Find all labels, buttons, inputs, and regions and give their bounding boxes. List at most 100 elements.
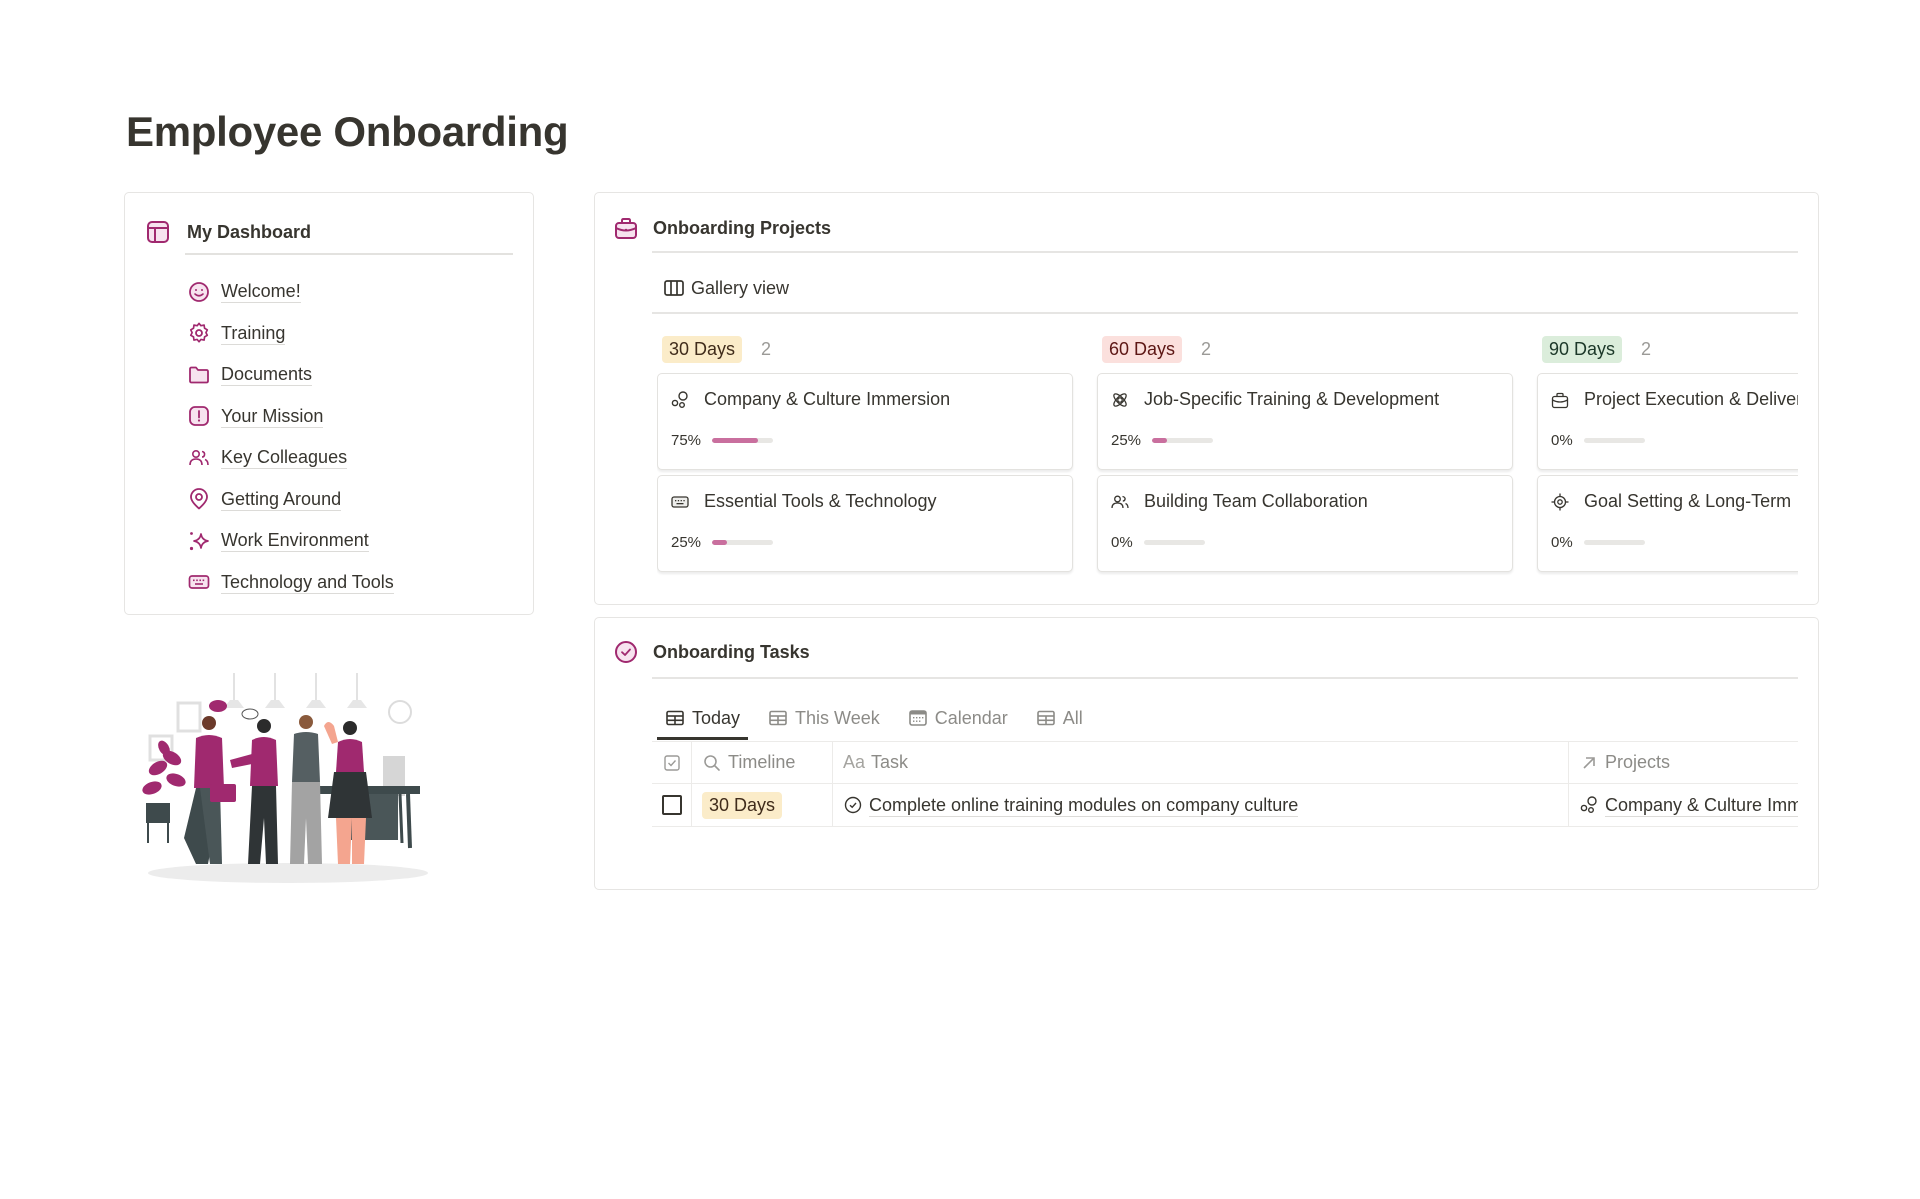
nav-item-label: Technology and Tools [221,571,394,594]
card-title: Job-Specific Training & Development [1144,389,1440,409]
tab-calendar[interactable]: Calendar [900,699,1008,737]
nav-item-label: Work Environment [221,530,369,553]
column-tag: 60 Days [1102,335,1183,363]
nav-item-work-environment[interactable]: Work Environment [187,520,394,562]
page-title: Employee Onboarding [126,108,569,155]
divider [652,677,1798,679]
columns-icon [664,280,684,296]
progress-label: 0% [1551,534,1573,551]
tab-label: This Week [795,707,880,728]
project-card[interactable]: Goal Setting & Long-Term 0% [1537,475,1798,572]
sparkle-icon [189,531,209,550]
map-pin-icon [190,488,208,510]
gear-icon [189,322,209,343]
card-title: Goal Setting & Long-Term [1584,491,1792,511]
progress-bar [1152,438,1214,443]
cell-task: Complete online training modules on comp… [833,784,1569,826]
gallery-view-tab[interactable]: Gallery view [663,277,789,299]
check-circle-icon [615,641,637,663]
people-icon [189,449,209,465]
progress-fill [712,438,758,443]
header-projects[interactable]: Projects [1569,742,1798,783]
nav-item-label: Key Colleagues [221,447,348,470]
progress-label: 75% [671,432,702,449]
nav-item-label: Getting Around [221,488,342,511]
task-view-tabs: Today This Week Calendar All [657,699,1103,740]
tasks-title: Onboarding Tasks [653,641,810,662]
timeline-tag: 30 Days [702,791,783,819]
tab-label: All [1062,707,1083,728]
header-task[interactable]: Aa Task [833,742,1569,783]
target-icon [1551,493,1569,510]
calendar-icon [908,710,927,726]
column-count: 2 [1201,338,1212,359]
dashboard-nav: Welcome! Training Documents Your Mission… [187,271,394,603]
progress-label: 25% [1111,432,1142,449]
exclamation-icon [189,406,209,427]
project-card[interactable]: Company & Culture Immersion 75% [657,373,1073,470]
tab-this-week[interactable]: This Week [760,699,880,737]
nav-item-your-mission[interactable]: Your Mission [187,396,394,438]
dashboard-panel: My Dashboard Welcome! Training Documents… [124,192,534,615]
progress-label: 25% [671,534,702,551]
divider [652,312,1798,314]
board-column-60-days: 60 Days 2 Job-Specific Training & Develo… [1097,334,1515,572]
people-icon [1111,495,1129,508]
atom-icon [1113,392,1127,407]
layout-icon [147,221,169,243]
header-timeline[interactable]: Timeline [692,742,833,783]
progress-bar [712,540,774,545]
header-label: Timeline [728,752,796,772]
tab-label: Calendar [934,707,1008,728]
cell-done [652,784,692,826]
table-icon [769,710,787,726]
briefcase-icon [1551,392,1569,408]
tab-label: Today [692,707,741,728]
header-done[interactable] [652,742,692,783]
projects-panel: Onboarding Projects Gallery view 30 Days… [594,192,1819,605]
tab-today[interactable]: Today [657,699,749,740]
table-icon [666,710,684,726]
nav-item-documents[interactable]: Documents [187,354,394,396]
divider [185,253,513,255]
project-link[interactable]: Company & Culture Immersion [1605,794,1798,817]
progress-label: 0% [1111,534,1133,551]
card-title: Project Execution & Delivery [1584,389,1798,409]
progress-bar [712,438,774,443]
tab-all[interactable]: All [1028,699,1083,737]
nav-item-getting-around[interactable]: Getting Around [187,479,394,521]
briefcase-icon [615,218,637,239]
projects-title: Onboarding Projects [653,217,832,238]
gallery-view-label: Gallery view [691,277,790,298]
tasks-table: Timeline Aa Task Projects 30 Days Comple… [652,741,1798,827]
board-column-30-days: 30 Days 2 Company & Culture Immersion 75… [657,334,1075,572]
table-row[interactable]: 30 Days Complete online training modules… [652,784,1798,827]
text-type-icon: Aa [843,752,866,772]
column-count: 2 [761,338,772,359]
card-title: Building Team Collaboration [1144,491,1368,511]
cell-timeline: 30 Days [692,784,833,826]
header-label: Projects [1605,752,1671,772]
bubbles-icon [671,390,688,408]
nav-item-technology-and-tools[interactable]: Technology and Tools [187,562,394,604]
project-card[interactable]: Essential Tools & Technology 25% [657,475,1073,572]
arrow-up-right-icon [1583,756,1595,769]
table-header-row: Timeline Aa Task Projects [652,741,1798,784]
task-checkbox[interactable] [662,795,682,815]
check-circle-icon [844,796,862,814]
nav-item-label: Documents [221,364,313,387]
table-icon [1036,710,1055,726]
keyboard-icon [671,495,689,508]
nav-item-key-colleagues[interactable]: Key Colleagues [187,437,394,479]
project-card[interactable]: Project Execution & Delivery 0% [1537,373,1798,470]
nav-item-welcome[interactable]: Welcome! [187,271,394,313]
nav-item-label: Your Mission [221,405,324,428]
task-link[interactable]: Complete online training modules on comp… [869,794,1299,817]
project-card[interactable]: Building Team Collaboration 0% [1097,475,1513,572]
search-icon [704,754,720,771]
card-title: Company & Culture Immersion [704,389,951,409]
project-card[interactable]: Job-Specific Training & Development 25% [1097,373,1513,470]
nav-item-training[interactable]: Training [187,313,394,355]
keyboard-icon [188,575,210,590]
folder-icon [189,366,209,384]
